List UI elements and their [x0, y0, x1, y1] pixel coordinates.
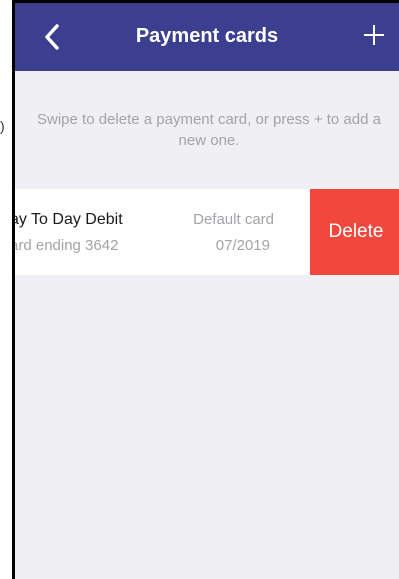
delete-button[interactable]: Delete [310, 189, 399, 275]
payment-card-row[interactable]: ay To Day Debit ard ending 3642 Default … [15, 189, 399, 275]
card-name: ay To Day Debit [15, 211, 123, 228]
plus-icon [364, 25, 384, 45]
phone-screen: Payment cards Swipe to delete a payment … [12, 0, 399, 579]
add-card-button[interactable] [359, 19, 389, 51]
card-ending: ard ending 3642 [15, 237, 119, 254]
instruction-text: Swipe to delete a payment card, or press… [37, 111, 381, 149]
card-details[interactable]: ay To Day Debit ard ending 3642 Default … [15, 189, 310, 275]
screenshot-frame: ) Payment cards Swipe to delete a paymen… [0, 0, 399, 579]
outer-text-fragment: ) [0, 118, 5, 134]
card-expiry: 07/2019 [215, 237, 270, 254]
default-card-label: Default card [193, 211, 274, 228]
navigation-bar: Payment cards [15, 3, 399, 71]
page-title: Payment cards [135, 25, 279, 47]
